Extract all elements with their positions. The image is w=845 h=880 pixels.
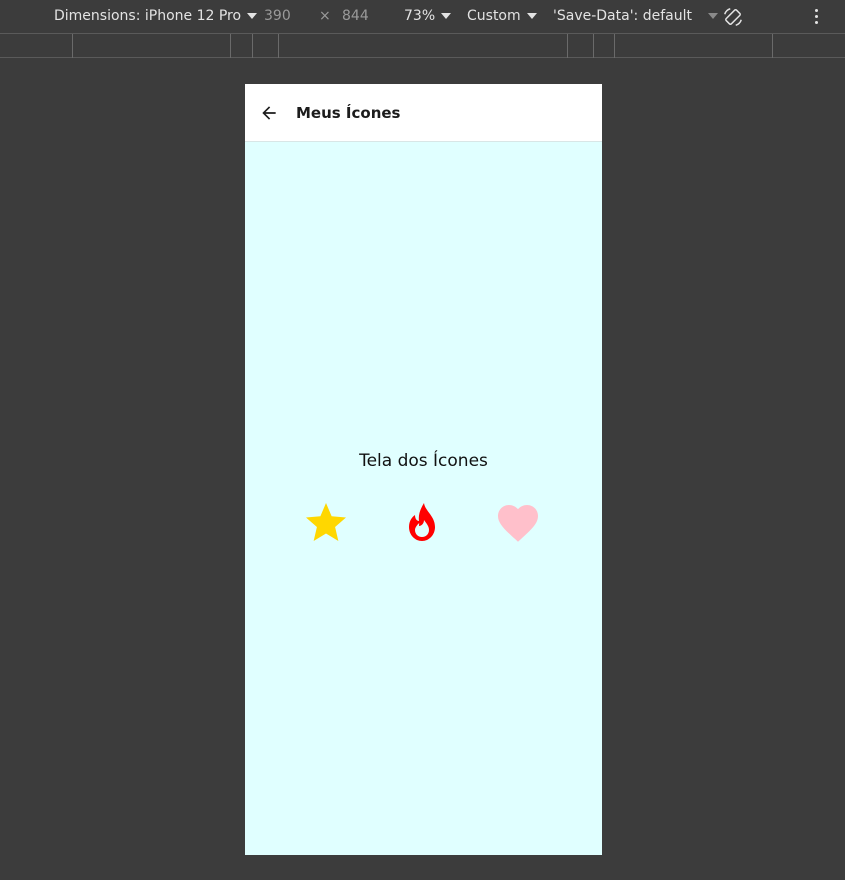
device-toolbar: Dimensions: iPhone 12 Pro 390 × 844 73% … (0, 0, 845, 34)
device-dimensions-label: Dimensions: iPhone 12 Pro (54, 8, 242, 24)
chevron-down-icon (247, 13, 258, 19)
device-dimensions-dropdown[interactable]: Dimensions: iPhone 12 Pro (54, 8, 258, 24)
save-data-label: 'Save-Data': default (553, 8, 692, 24)
media-query-ruler (0, 34, 845, 58)
screen-label: Tela dos Ícones (359, 451, 488, 471)
zoom-dropdown[interactable]: 73% (404, 8, 452, 24)
zoom-label: 73% (404, 8, 436, 24)
heart-icon (498, 505, 538, 542)
save-data-dropdown[interactable]: 'Save-Data': default (553, 8, 718, 24)
page-title: Meus Ícones (296, 104, 401, 122)
arrow-back-icon[interactable] (259, 103, 279, 123)
chevron-down-icon (526, 13, 537, 19)
chevron-down-icon (441, 13, 452, 19)
device-viewport: Meus Ícones Tela dos Ícones (245, 84, 602, 855)
width-input[interactable]: 390 (264, 8, 291, 24)
chevron-down-icon (707, 13, 718, 19)
throttle-label: Custom (467, 8, 521, 24)
times-icon: × (319, 8, 331, 24)
more-options-icon[interactable] (815, 9, 819, 25)
throttle-dropdown[interactable]: Custom (467, 8, 537, 24)
app-bar: Meus Ícones (245, 84, 602, 142)
star-icon (306, 503, 346, 541)
fire-icon (409, 503, 435, 541)
height-input[interactable]: 844 (342, 8, 369, 24)
rotate-icon[interactable] (722, 6, 744, 28)
